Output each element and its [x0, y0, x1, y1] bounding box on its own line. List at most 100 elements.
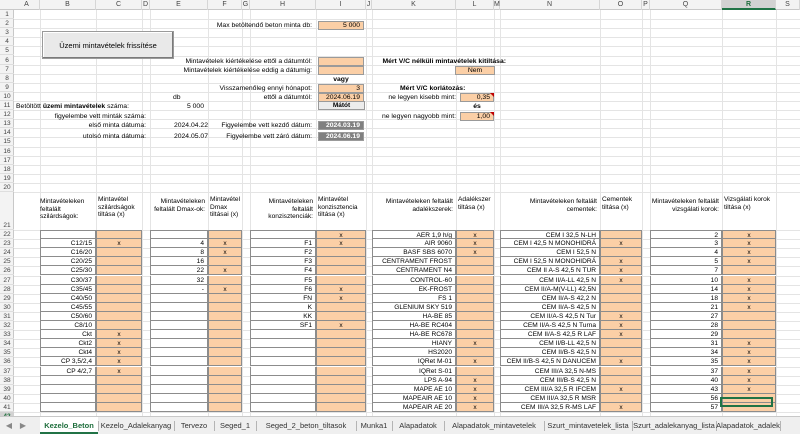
next-sheet-icon[interactable]: ▶	[16, 417, 30, 434]
dmax-exclude-cell[interactable]	[208, 348, 242, 358]
column-header-K[interactable]: K	[372, 0, 456, 10]
dmax-exclude-cell[interactable]: x	[208, 266, 242, 276]
column-header-N[interactable]: N	[500, 0, 600, 10]
ages-exclude-cell[interactable]: x	[722, 257, 776, 267]
consistency-exclude-cell[interactable]	[316, 275, 366, 285]
consistency-exclude-cell[interactable]	[316, 384, 366, 394]
row-header-35[interactable]: 35	[0, 348, 14, 358]
cement-exclude-cell[interactable]	[600, 393, 642, 403]
row-header-13[interactable]: 13	[0, 119, 14, 129]
ages-exclude-cell[interactable]: x	[722, 384, 776, 394]
ages-exclude-cell[interactable]: x	[722, 348, 776, 358]
consistency-exclude-cell[interactable]: x	[316, 230, 366, 240]
row-header-19[interactable]: 19	[0, 174, 14, 183]
admix-exclude-cell[interactable]	[456, 366, 494, 376]
row-header-27[interactable]: 27	[0, 276, 14, 285]
row-header-18[interactable]: 18	[0, 165, 14, 174]
cement-exclude-cell[interactable]: x	[600, 257, 642, 267]
row-header-4[interactable]: 4	[0, 37, 14, 47]
row-header-30[interactable]: 30	[0, 303, 14, 312]
admix-exclude-cell[interactable]: x	[456, 230, 494, 240]
column-header-I[interactable]: I	[316, 0, 366, 10]
row-header-37[interactable]: 37	[0, 367, 14, 376]
strength-exclude-cell[interactable]	[96, 230, 142, 240]
row-header-29[interactable]: 29	[0, 294, 14, 303]
sheet-tab-szurt_mintavetelek_lista[interactable]: Szurt_mintavetelek_lista	[544, 417, 632, 434]
ages-exclude-cell[interactable]: x	[722, 339, 776, 349]
consistency-exclude-cell[interactable]	[316, 266, 366, 276]
admix-exclude-cell[interactable]: x	[456, 248, 494, 258]
column-header-F[interactable]: F	[208, 0, 242, 10]
column-header-B[interactable]: B	[40, 0, 96, 10]
row-header-31[interactable]: 31	[0, 312, 14, 321]
dmax-exclude-cell[interactable]	[208, 321, 242, 331]
strength-exclude-cell[interactable]: x	[96, 366, 142, 376]
row-header-2[interactable]: 2	[0, 19, 14, 29]
row-header-3[interactable]: 3	[0, 28, 14, 38]
row-header-10[interactable]: 10	[0, 92, 14, 101]
cement-exclude-cell[interactable]	[600, 375, 642, 385]
row-header-33[interactable]: 33	[0, 330, 14, 340]
row-header-12[interactable]: 12	[0, 110, 14, 120]
row-header-14[interactable]: 14	[0, 128, 14, 138]
consistency-exclude-cell[interactable]	[316, 393, 366, 403]
cement-exclude-cell[interactable]	[600, 284, 642, 294]
dmax-exclude-cell[interactable]	[208, 339, 242, 349]
sheet-tab-alapadatok[interactable]: Alapadatok	[392, 417, 444, 434]
strength-exclude-cell[interactable]	[96, 266, 142, 276]
admix-exclude-cell[interactable]: x	[456, 393, 494, 403]
cement-exclude-cell[interactable]: x	[600, 311, 642, 321]
cement-exclude-cell[interactable]	[600, 302, 642, 312]
row-header-36[interactable]: 36	[0, 357, 14, 367]
ages-exclude-cell[interactable]	[722, 330, 776, 340]
admix-exclude-cell[interactable]	[456, 321, 494, 331]
column-header-R[interactable]: R	[722, 0, 776, 10]
column-header-S[interactable]: S	[776, 0, 800, 10]
sheet-tab-seged_1[interactable]: Seged_1	[214, 417, 256, 434]
consistency-exclude-cell[interactable]	[316, 248, 366, 258]
column-header-Q[interactable]: Q	[650, 0, 722, 10]
ages-exclude-cell[interactable]: x	[722, 230, 776, 240]
strength-exclude-cell[interactable]	[96, 257, 142, 267]
consistency-exclude-cell[interactable]	[316, 257, 366, 267]
admix-exclude-cell[interactable]	[456, 266, 494, 276]
admix-exclude-cell[interactable]	[456, 257, 494, 267]
row-header-1[interactable]: 1	[0, 10, 14, 20]
ages-exclude-cell[interactable]	[722, 266, 776, 276]
vc-exclude-select[interactable]: Nem	[455, 66, 495, 75]
admix-exclude-cell[interactable]	[456, 348, 494, 358]
dmax-exclude-cell[interactable]	[208, 357, 242, 367]
strength-exclude-cell[interactable]	[96, 284, 142, 294]
cement-exclude-cell[interactable]	[600, 230, 642, 240]
cement-exclude-cell[interactable]	[600, 366, 642, 376]
admix-exclude-cell[interactable]	[456, 293, 494, 303]
column-header-H[interactable]: H	[250, 0, 316, 10]
dmax-exclude-cell[interactable]	[208, 375, 242, 385]
row-header-32[interactable]: 32	[0, 321, 14, 331]
max-input[interactable]: 5 000	[318, 21, 364, 30]
dmax-exclude-cell[interactable]	[208, 230, 242, 240]
row-header-38[interactable]: 38	[0, 376, 14, 385]
vc-max-input[interactable]: 1,00	[460, 112, 494, 121]
row-header-41[interactable]: 41	[0, 403, 14, 412]
sheet-tab-kezelo_adalekanyag[interactable]: Kezelo_Adalekanyag	[98, 417, 174, 434]
ages-exclude-cell[interactable]: x	[722, 239, 776, 249]
cement-exclude-cell[interactable]: x	[600, 321, 642, 331]
prev-sheet-icon[interactable]: ◀	[2, 417, 16, 434]
cement-exclude-cell[interactable]: x	[600, 357, 642, 367]
admix-exclude-cell[interactable]	[456, 330, 494, 340]
selected-cell[interactable]	[720, 397, 773, 407]
row-header-17[interactable]: 17	[0, 156, 14, 165]
refresh-samples-button[interactable]: Üzemi mintavételek frissítése	[42, 31, 174, 59]
cement-exclude-cell[interactable]: x	[600, 275, 642, 285]
consistency-exclude-cell[interactable]	[316, 302, 366, 312]
sheet-tab-munka1[interactable]: Munka1	[356, 417, 392, 434]
admix-exclude-cell[interactable]	[456, 302, 494, 312]
row-header-25[interactable]: 25	[0, 257, 14, 267]
strength-exclude-cell[interactable]	[96, 375, 142, 385]
consistency-exclude-cell[interactable]	[316, 375, 366, 385]
row-header-20[interactable]: 20	[0, 183, 14, 192]
ages-exclude-cell[interactable]	[722, 311, 776, 321]
consistency-exclude-cell[interactable]: x	[316, 239, 366, 249]
consistency-exclude-cell[interactable]: x	[316, 321, 366, 331]
